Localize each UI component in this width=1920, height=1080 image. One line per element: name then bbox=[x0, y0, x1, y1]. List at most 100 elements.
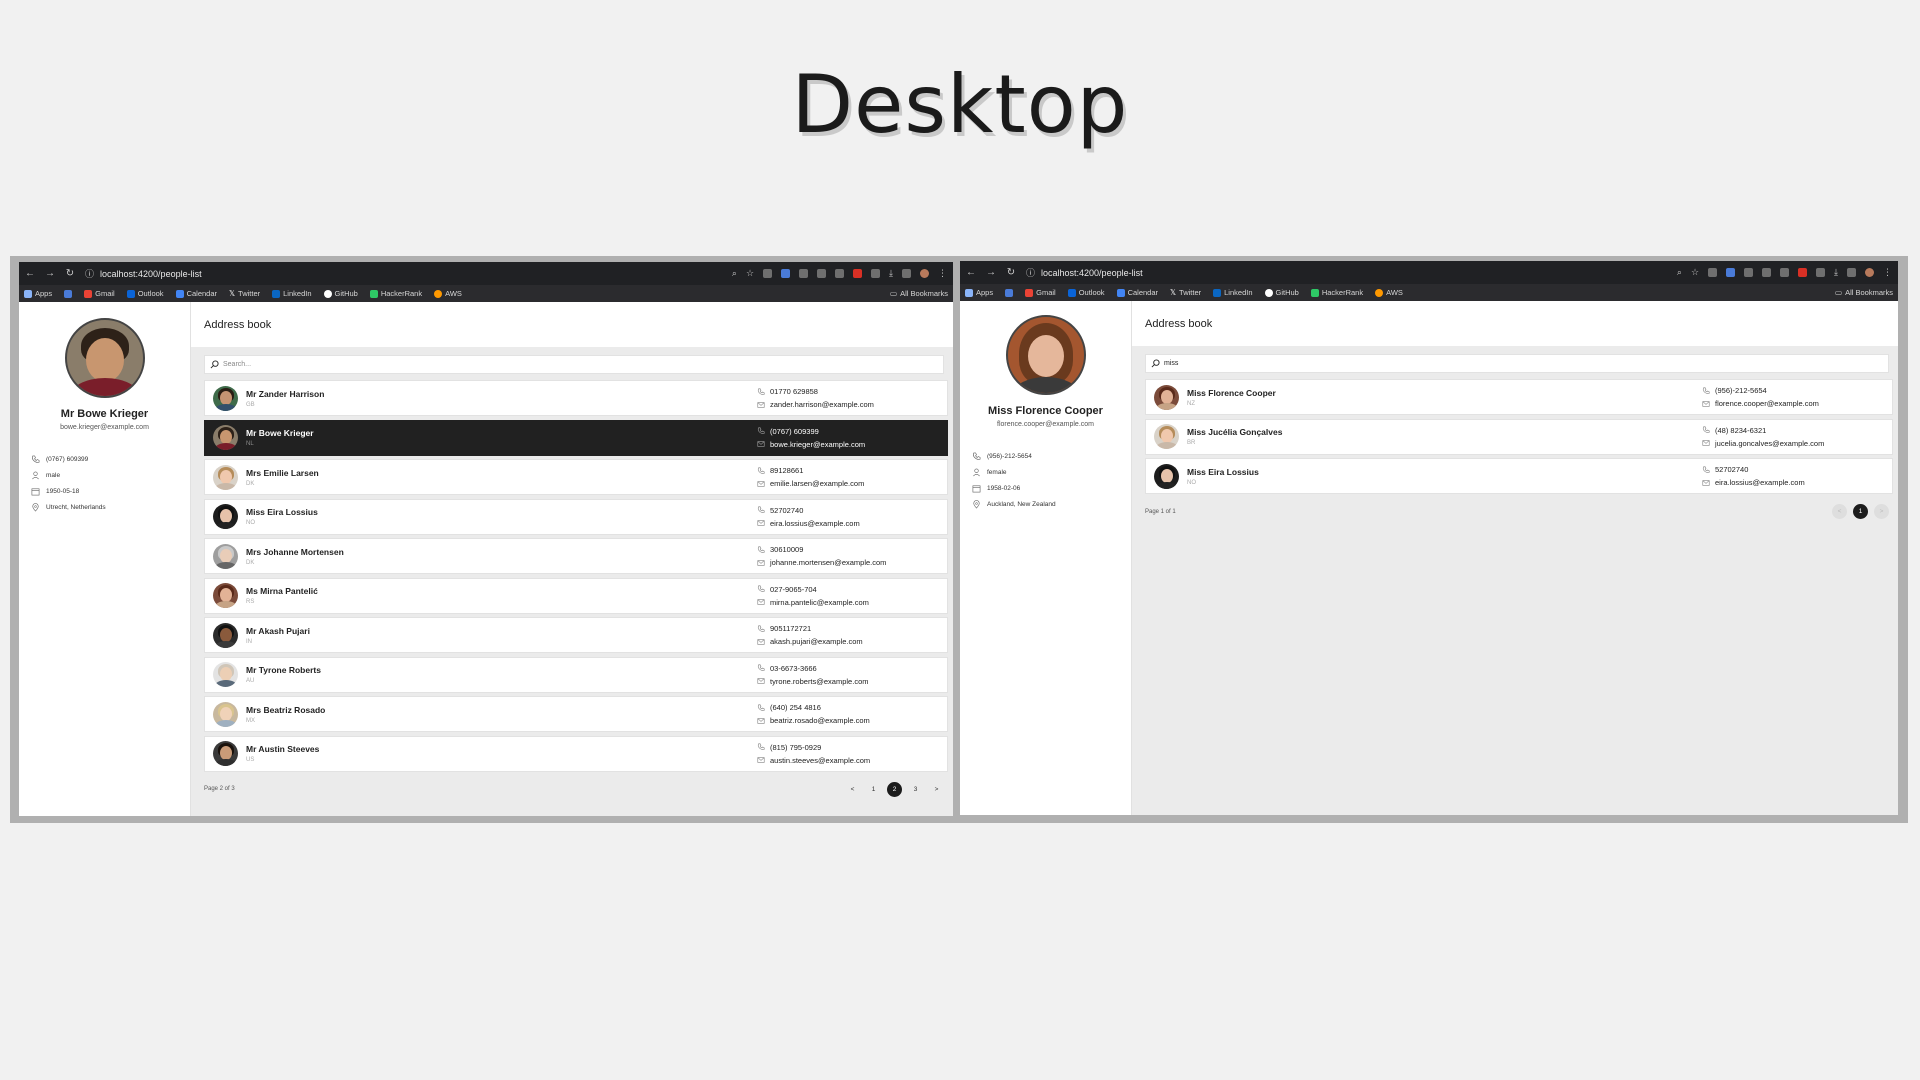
extension-icon[interactable] bbox=[835, 269, 845, 278]
mail-icon bbox=[1702, 440, 1710, 446]
address-bar[interactable]: ⓘ localhost:4200/people-list bbox=[85, 266, 722, 282]
list-item[interactable]: Ms Mirna Pantelić RS 027-9065-704 mirna.pan… bbox=[204, 577, 948, 614]
url-text: localhost:4200/people-list bbox=[1041, 267, 1143, 278]
search-input[interactable]: Search... bbox=[204, 355, 944, 374]
avatar bbox=[213, 622, 238, 648]
bookmark-icon[interactable] bbox=[64, 289, 73, 298]
list-item[interactable]: Mrs Emilie Larsen DK 89128661 emilie.larsen… bbox=[204, 459, 948, 495]
person-email[interactable]: emilie.larsen@example.com bbox=[770, 479, 864, 488]
bookmark-twitter[interactable]: 𝕏 Twitter bbox=[1170, 288, 1201, 297]
zoom-icon[interactable]: ⌕ bbox=[732, 268, 737, 279]
reload-icon[interactable]: ↻ bbox=[65, 268, 75, 279]
list-item[interactable]: Mrs Johanne Mortensen DK 30610009 johanne.m… bbox=[204, 538, 948, 574]
extension-icon[interactable] bbox=[1726, 268, 1736, 277]
person-email[interactable]: tyrone.roberts@example.com bbox=[770, 677, 869, 686]
page-button-2[interactable]: 2 bbox=[887, 781, 902, 797]
list-item[interactable]: Miss Jucélia Gonçalves BR (48) 8234-6321 ju… bbox=[1145, 418, 1893, 455]
list-item[interactable]: Mr Zander Harrison GB 01770 629858 zander.h… bbox=[204, 380, 948, 416]
list-item[interactable]: Mr Akash Pujari IN 9051172721 akash.pujari@… bbox=[204, 617, 948, 653]
reload-icon[interactable]: ↻ bbox=[1006, 267, 1016, 278]
bookmark-twitter[interactable]: 𝕏 Twitter bbox=[229, 289, 260, 298]
bookmark-apps[interactable]: Apps bbox=[24, 289, 52, 298]
phone-icon bbox=[1702, 387, 1710, 394]
bookmark-gmail[interactable]: Gmail bbox=[84, 289, 115, 298]
bookmark-github[interactable]: GitHub bbox=[323, 289, 358, 298]
menu-icon[interactable]: ⋮ bbox=[1883, 267, 1892, 278]
person-email[interactable]: jucelia.goncalves@example.com bbox=[1715, 439, 1824, 448]
bookmark-calendar[interactable]: Calendar bbox=[1116, 288, 1158, 297]
bookmark-outlook[interactable]: Outlook bbox=[126, 289, 164, 298]
person-email[interactable]: bowe.krieger@example.com bbox=[770, 440, 865, 449]
bookmark-calendar[interactable]: Calendar bbox=[175, 289, 217, 298]
list-item[interactable]: Mr Tyrone Roberts AU 03-6673-3666 tyrone.ro… bbox=[204, 656, 948, 693]
person-email[interactable]: eira.lossius@example.com bbox=[770, 519, 860, 528]
bookmark-github[interactable]: GitHub bbox=[1264, 288, 1299, 297]
person-email[interactable]: mirna.pantelic@example.com bbox=[770, 598, 869, 607]
address-bar[interactable]: ⓘ localhost:4200/people-list bbox=[1026, 265, 1667, 281]
download-icon[interactable]: ⤓ bbox=[889, 268, 893, 279]
person-email[interactable]: johanne.mortensen@example.com bbox=[770, 558, 886, 567]
zoom-icon[interactable]: ⌕ bbox=[1677, 267, 1682, 278]
extension-icon[interactable] bbox=[763, 269, 773, 278]
bookmark-outlook[interactable]: Outlook bbox=[1067, 288, 1105, 297]
side-panel-icon[interactable] bbox=[902, 269, 911, 278]
profile-email: florence.cooper@example.com bbox=[997, 421, 1094, 428]
page-button-1[interactable]: 1 bbox=[1853, 504, 1868, 519]
list-item[interactable]: Mr Bowe Krieger NL (0767) 609399 bowe.krieg… bbox=[204, 419, 948, 456]
bookmark-linkedin[interactable]: LinkedIn bbox=[1213, 288, 1253, 297]
bookmark-aws[interactable]: AWS bbox=[1375, 288, 1403, 297]
bookmark-apps[interactable]: Apps bbox=[965, 288, 993, 297]
all-bookmarks[interactable]: ▭ All Bookmarks bbox=[1835, 288, 1893, 297]
menu-icon[interactable]: ⋮ bbox=[938, 268, 947, 279]
bookmark-linkedin[interactable]: LinkedIn bbox=[272, 289, 312, 298]
person-email[interactable]: austin.steeves@example.com bbox=[770, 756, 870, 765]
extension-icon[interactable] bbox=[1708, 268, 1718, 277]
bookmark-hackerrank[interactable]: HackerRank bbox=[1310, 288, 1363, 297]
list-item[interactable]: Miss Eira Lossius NO 52702740 eira.lossius@… bbox=[1145, 458, 1893, 494]
next-page-button[interactable]: > bbox=[1874, 504, 1889, 519]
site-info-icon[interactable]: ⓘ bbox=[1026, 266, 1035, 279]
back-icon[interactable]: ← bbox=[25, 268, 35, 279]
list-item[interactable]: Mr Austin Steeves US (815) 795-0929 austin.… bbox=[204, 735, 948, 772]
extension-icon[interactable] bbox=[781, 269, 791, 278]
person-email[interactable]: florence.cooper@example.com bbox=[1715, 399, 1819, 408]
page-button-1[interactable]: 1 bbox=[866, 782, 881, 797]
bookmark-icon[interactable] bbox=[1005, 288, 1014, 297]
profile-icon[interactable] bbox=[920, 269, 929, 278]
puzzle-icon[interactable] bbox=[1816, 268, 1826, 277]
person-email[interactable]: beatriz.rosado@example.com bbox=[770, 716, 870, 725]
site-info-icon[interactable]: ⓘ bbox=[85, 267, 94, 280]
extension-icon[interactable] bbox=[1762, 268, 1772, 277]
person-email[interactable]: akash.pujari@example.com bbox=[770, 637, 863, 646]
back-icon[interactable]: ← bbox=[966, 267, 976, 278]
all-bookmarks[interactable]: ▭ All Bookmarks bbox=[890, 289, 948, 298]
profile-icon[interactable] bbox=[1865, 268, 1874, 277]
list-item[interactable]: Miss Eira Lossius NO 52702740 eira.lossius@… bbox=[204, 498, 948, 535]
forward-icon[interactable]: → bbox=[45, 268, 55, 279]
side-panel-icon[interactable] bbox=[1847, 268, 1856, 277]
page-button-3[interactable]: 3 bbox=[908, 782, 923, 797]
star-icon[interactable]: ☆ bbox=[746, 268, 754, 279]
next-page-button[interactable]: > bbox=[929, 782, 944, 797]
extension-icon[interactable] bbox=[1744, 268, 1754, 277]
prev-page-button[interactable]: < bbox=[1832, 504, 1847, 519]
download-icon[interactable]: ⤓ bbox=[1834, 267, 1838, 278]
bookmark-gmail[interactable]: Gmail bbox=[1025, 288, 1056, 297]
extension-icon[interactable] bbox=[799, 269, 809, 278]
search-input[interactable]: miss bbox=[1145, 354, 1889, 373]
bookmark-aws[interactable]: AWS bbox=[434, 289, 462, 298]
forward-icon[interactable]: → bbox=[986, 267, 996, 278]
person-email[interactable]: eira.lossius@example.com bbox=[1715, 478, 1805, 487]
bookmark-hackerrank[interactable]: HackerRank bbox=[369, 289, 422, 298]
person-email[interactable]: zander.harrison@example.com bbox=[770, 400, 874, 409]
star-icon[interactable]: ☆ bbox=[1691, 267, 1699, 278]
list-item[interactable]: Mrs Beatriz Rosado MX (640) 254 4816 beatri… bbox=[204, 696, 948, 732]
extension-icon[interactable] bbox=[1780, 268, 1790, 277]
prev-page-button[interactable]: < bbox=[845, 782, 860, 797]
extension-icon[interactable] bbox=[853, 269, 863, 278]
profile-name: Mr Bowe Krieger bbox=[60, 408, 149, 420]
extension-icon[interactable] bbox=[1798, 268, 1808, 277]
extension-icon[interactable] bbox=[817, 269, 827, 278]
list-item[interactable]: Miss Florence Cooper NZ (956)-212-5654 flor… bbox=[1145, 379, 1893, 415]
puzzle-icon[interactable] bbox=[871, 269, 881, 278]
